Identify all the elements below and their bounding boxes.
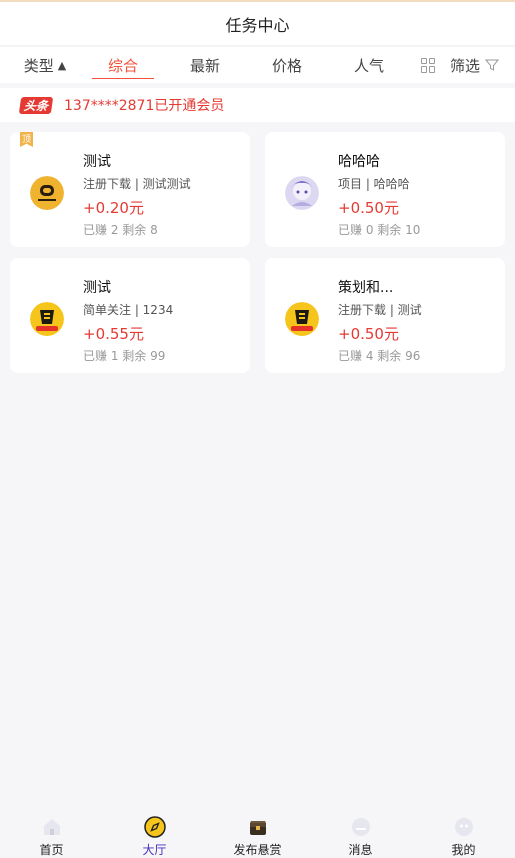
funnel-icon — [485, 59, 500, 71]
task-tags: 注册下载 | 测试 — [338, 303, 422, 317]
task-tags: 简单关注 | 1234 — [83, 303, 174, 317]
home-icon — [41, 816, 63, 838]
page-title: 任务中心 — [225, 15, 290, 35]
tabbar-label: 发布悬赏 — [233, 843, 282, 857]
task-card[interactable]: 测试 简单关注 | 1234 +0.55元 已赚 1 剩余 99 — [10, 258, 250, 373]
filter-label: 筛选 — [450, 56, 481, 75]
bottom-tab-bar: 首页 大厅 发布悬赏 消息 我的 — [0, 808, 515, 858]
treasure-chest-icon — [247, 816, 269, 838]
task-card[interactable]: 顶 测试 注册下载 | 测试测试 +0.20元 已赚 2 剩余 8 — [10, 132, 250, 247]
logo-avatar — [30, 176, 64, 210]
tabbar-label: 大厅 — [142, 843, 167, 857]
task-title: 策划和... — [338, 280, 394, 296]
announcement-bar[interactable]: 头条 137****2871已开通会员 — [0, 88, 515, 122]
pinned-badge: 顶 — [20, 132, 33, 147]
task-tags: 项目 | 哈哈哈 — [338, 177, 410, 191]
task-stats: 已赚 1 剩余 99 — [83, 349, 166, 363]
tabbar-label: 我的 — [451, 843, 476, 857]
announcement-text: 137****2871已开通会员 — [64, 98, 225, 114]
task-reward: +0.55元 — [83, 325, 144, 343]
tab-newest[interactable]: 最新 — [174, 47, 236, 83]
grid-view-button[interactable] — [414, 47, 442, 83]
tabbar-item-messages[interactable]: 消息 — [309, 808, 412, 858]
task-stats: 已赚 0 剩余 10 — [338, 223, 421, 237]
reward-avatar — [285, 302, 319, 336]
tabbar-label: 首页 — [39, 843, 64, 857]
task-title: 测试 — [83, 280, 111, 296]
tab-popular[interactable]: 人气 — [338, 47, 400, 83]
task-reward: +0.50元 — [338, 199, 399, 217]
task-title: 哈哈哈 — [338, 154, 380, 170]
compass-icon — [143, 816, 166, 838]
tab-comprehensive-label: 综合 — [107, 56, 138, 75]
message-icon — [350, 816, 372, 838]
filter-button[interactable]: 筛选 — [450, 47, 510, 83]
tabbar-item-profile[interactable]: 我的 — [412, 808, 515, 858]
task-stats: 已赚 2 剩余 8 — [83, 223, 158, 237]
task-tags: 注册下载 | 测试测试 — [83, 177, 191, 191]
tabbar-label: 消息 — [348, 843, 373, 857]
grid-icon — [420, 57, 436, 73]
task-card[interactable]: 策划和... 注册下载 | 测试 +0.50元 已赚 4 剩余 96 — [265, 258, 505, 373]
tabbar-item-publish[interactable]: 发布悬赏 — [206, 808, 309, 858]
task-title: 测试 — [83, 154, 111, 170]
tab-comprehensive[interactable]: 综合 — [92, 47, 154, 83]
tab-price[interactable]: 价格 — [256, 47, 318, 83]
task-card[interactable]: 哈哈哈 项目 | 哈哈哈 +0.50元 已赚 0 剩余 10 — [265, 132, 505, 247]
triangle-up-icon: ▲ — [57, 58, 67, 72]
tabbar-item-hall[interactable]: 大厅 — [103, 808, 206, 858]
profile-icon — [453, 816, 475, 838]
tab-newest-label: 最新 — [189, 56, 220, 75]
reward-avatar — [30, 302, 64, 336]
tab-popular-label: 人气 — [353, 56, 384, 75]
tab-type[interactable]: 类型 ▲ — [14, 47, 76, 83]
page-header: 任务中心 — [0, 2, 515, 46]
tabbar-item-home[interactable]: 首页 — [0, 808, 103, 858]
sort-tabs: 类型 ▲ 综合 最新 价格 人气 筛选 — [0, 47, 515, 83]
tab-price-label: 价格 — [271, 56, 302, 75]
tab-type-label: 类型 — [23, 56, 54, 75]
headline-badge: 头条 — [18, 96, 54, 114]
anime-avatar — [285, 176, 319, 210]
task-stats: 已赚 4 剩余 96 — [338, 349, 421, 363]
task-reward: +0.20元 — [83, 199, 144, 217]
task-reward: +0.50元 — [338, 325, 399, 343]
